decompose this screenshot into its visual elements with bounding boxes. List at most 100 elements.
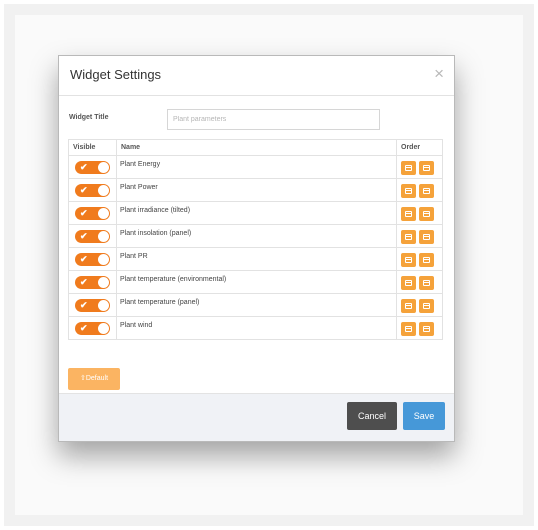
check-icon: ✔ [80, 300, 88, 310]
dialog-header: Widget Settings × [59, 56, 454, 96]
table-row: ✔ Plant PR [69, 248, 442, 271]
move-up-button[interactable] [401, 276, 416, 290]
parameter-name: Plant insolation (panel) [120, 230, 192, 237]
visibility-toggle[interactable]: ✔ [75, 322, 110, 335]
name-cell: Plant PR [117, 248, 397, 270]
move-up-button[interactable] [401, 299, 416, 313]
move-up-icon [405, 188, 412, 194]
parameter-name: Plant PR [120, 253, 148, 260]
name-cell: Plant temperature (panel) [117, 294, 397, 316]
name-cell: Plant wind [117, 317, 397, 339]
check-icon: ✔ [80, 323, 88, 333]
move-up-icon [405, 211, 412, 217]
column-header-visible: Visible [69, 140, 117, 155]
move-up-icon [405, 303, 412, 309]
table-row: ✔ Plant wind [69, 317, 442, 340]
close-icon[interactable]: × [434, 64, 444, 84]
order-cell [397, 271, 442, 293]
move-down-icon [423, 303, 430, 309]
move-up-button[interactable] [401, 184, 416, 198]
move-down-icon [423, 188, 430, 194]
move-up-button[interactable] [401, 207, 416, 221]
parameter-name: Plant wind [120, 322, 153, 329]
widget-title-label: Widget Title [69, 114, 109, 121]
toggle-knob [98, 185, 109, 196]
order-cell [397, 225, 442, 247]
check-icon: ✔ [80, 254, 88, 264]
visible-cell: ✔ [69, 271, 117, 293]
move-up-icon [405, 234, 412, 240]
check-icon: ✔ [80, 162, 88, 172]
visibility-toggle[interactable]: ✔ [75, 184, 110, 197]
visibility-toggle[interactable]: ✔ [75, 207, 110, 220]
dialog-title: Widget Settings [70, 67, 162, 82]
move-down-icon [423, 211, 430, 217]
visible-cell: ✔ [69, 248, 117, 270]
name-cell: Plant insolation (panel) [117, 225, 397, 247]
dialog-footer: Cancel Save [59, 393, 454, 441]
move-down-button[interactable] [419, 253, 434, 267]
move-down-button[interactable] [419, 161, 434, 175]
toggle-knob [98, 300, 109, 311]
parameter-name: Plant Energy [120, 161, 161, 168]
move-down-button[interactable] [419, 322, 434, 336]
widget-title-row: Widget Title [69, 109, 444, 131]
table-row: ✔ Plant irradiance (tilted) [69, 202, 442, 225]
move-up-button[interactable] [401, 253, 416, 267]
toggle-knob [98, 254, 109, 265]
visible-cell: ✔ [69, 294, 117, 316]
name-cell: Plant Power [117, 179, 397, 201]
move-down-icon [423, 165, 430, 171]
check-icon: ✔ [80, 208, 88, 218]
cancel-button[interactable]: Cancel [347, 402, 397, 430]
move-up-icon [405, 280, 412, 286]
move-down-button[interactable] [419, 299, 434, 313]
check-icon: ✔ [80, 185, 88, 195]
move-down-button[interactable] [419, 184, 434, 198]
visibility-toggle[interactable]: ✔ [75, 161, 110, 174]
order-cell [397, 294, 442, 316]
column-header-name: Name [117, 140, 397, 155]
move-up-icon [405, 165, 412, 171]
move-up-button[interactable] [401, 230, 416, 244]
move-down-icon [423, 280, 430, 286]
check-icon: ✔ [80, 231, 88, 241]
parameters-table: Visible Name Order ✔ Plant Energy ✔ Plant P… [68, 139, 443, 340]
visibility-toggle[interactable]: ✔ [75, 276, 110, 289]
order-cell [397, 179, 442, 201]
move-down-icon [423, 234, 430, 240]
move-down-button[interactable] [419, 207, 434, 221]
visible-cell: ✔ [69, 317, 117, 339]
table-row: ✔ Plant temperature (environmental) [69, 271, 442, 294]
visible-cell: ✔ [69, 225, 117, 247]
move-up-icon [405, 257, 412, 263]
move-up-button[interactable] [401, 322, 416, 336]
visibility-toggle[interactable]: ✔ [75, 299, 110, 312]
toggle-knob [98, 231, 109, 242]
move-up-button[interactable] [401, 161, 416, 175]
move-down-icon [423, 257, 430, 263]
toggle-knob [98, 162, 109, 173]
move-down-button[interactable] [419, 276, 434, 290]
table-row: ✔ Plant Power [69, 179, 442, 202]
column-header-order: Order [401, 144, 421, 151]
visible-cell: ✔ [69, 156, 117, 178]
order-cell [397, 317, 442, 339]
default-button[interactable]: ⇧Default [68, 368, 120, 390]
visibility-toggle[interactable]: ✔ [75, 230, 110, 243]
save-button[interactable]: Save [403, 402, 445, 430]
parameter-name: Plant irradiance (tilted) [120, 207, 191, 214]
visibility-toggle[interactable]: ✔ [75, 253, 110, 266]
order-cell [397, 248, 442, 270]
move-up-icon [405, 326, 412, 332]
move-down-button[interactable] [419, 230, 434, 244]
name-cell: Plant Energy [117, 156, 397, 178]
visible-cell: ✔ [69, 202, 117, 224]
visible-cell: ✔ [69, 179, 117, 201]
table-row: ✔ Plant insolation (panel) [69, 225, 442, 248]
order-cell [397, 156, 442, 178]
widget-title-input[interactable] [167, 109, 380, 130]
order-cell [397, 202, 442, 224]
toggle-knob [98, 323, 109, 334]
check-icon: ✔ [80, 277, 88, 287]
